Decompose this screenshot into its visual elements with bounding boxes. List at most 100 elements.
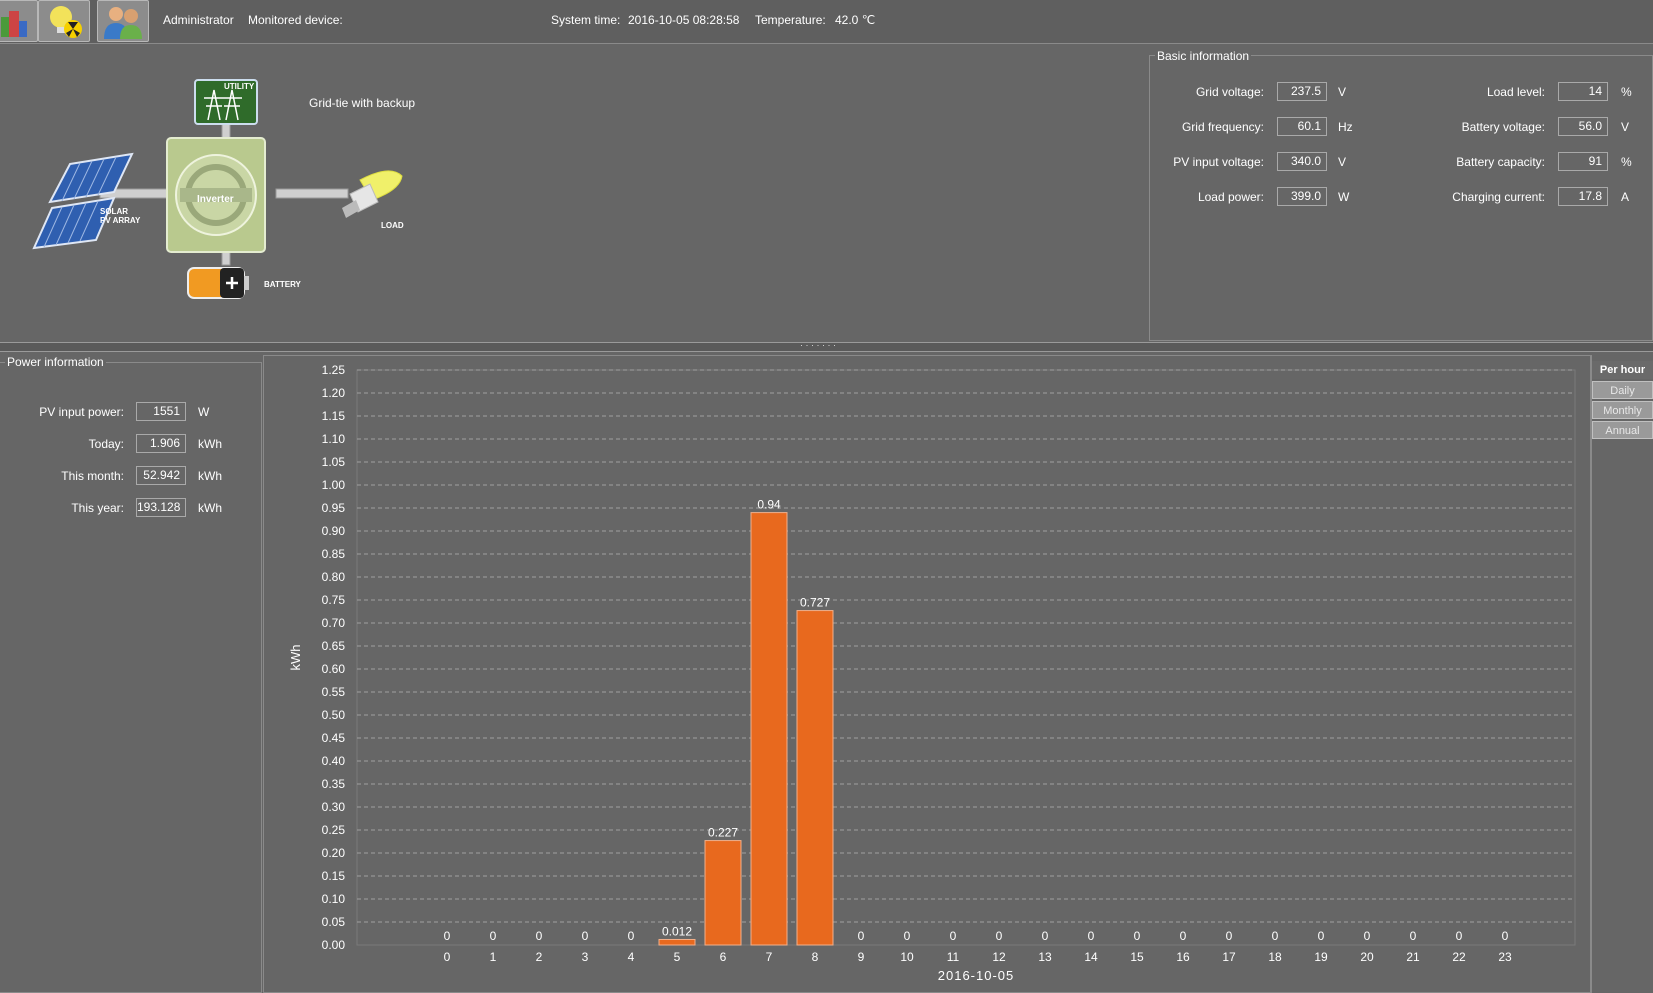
y-tick-label: 0.90 [322,524,346,538]
pv-input-voltage-unit: V [1338,155,1347,169]
tab-per-hour[interactable]: Per hour [1592,361,1653,379]
y-tick-label: 0.45 [322,731,346,745]
splitter-grip[interactable]: · · · · · · · [800,340,836,350]
grid-voltage-label: Grid voltage: [1195,85,1264,99]
bar-value-label: 0 [950,929,957,943]
tab-daily[interactable]: Daily [1592,381,1653,399]
tab-monthly[interactable]: Monthly [1592,401,1653,419]
bar-value-label: 0 [1272,929,1279,943]
x-tick-label: 14 [1084,950,1098,964]
bar-value-label: 0 [490,929,497,943]
x-tick-label: 0 [444,950,451,964]
load-level-value: 14 [1558,82,1608,101]
topology-graphic [32,79,403,299]
y-tick-label: 0.00 [322,938,346,952]
system-time-value: 2016-10-05 08:28:58 [628,13,740,27]
y-tick-label: 0.60 [322,662,346,676]
today-value: 1.906 [136,434,186,453]
bar-value-label: 0 [904,929,911,943]
solar-label-line2: PV ARRAY [100,216,141,225]
pv-input-voltage-value: 340.0 [1277,152,1327,171]
device-status-icon [1,11,27,37]
x-tick-label: 10 [900,950,914,964]
y-tick-label: 0.20 [322,846,346,860]
bar-value-label: 0 [628,929,635,943]
users-button[interactable] [97,0,149,42]
bar-value-label: 0 [1364,929,1371,943]
bar-value-label: 0 [1456,929,1463,943]
device-status-button[interactable] [0,0,38,42]
battery-capacity-value: 91 [1558,152,1608,171]
tab-annual[interactable]: Annual [1592,421,1653,439]
x-tick-label: 2 [536,950,543,964]
x-tick-label: 19 [1314,950,1328,964]
operating-mode: Grid-tie with backup [309,96,416,110]
x-tick-label: 21 [1406,950,1420,964]
load-power-label: Load power: [1197,190,1264,204]
y-tick-label: 1.25 [322,363,346,377]
bar-value-label: 0 [996,929,1003,943]
bar-value-label: 0.012 [662,924,692,938]
y-tick-label: 0.85 [322,547,346,561]
x-tick-label: 5 [674,950,681,964]
pv-input-power-unit: W [198,405,210,419]
bar-value-label: 0.94 [757,498,781,512]
x-tick-label: 8 [812,950,819,964]
bar-value-label: 0 [444,929,451,943]
y-tick-label: 0.55 [322,685,346,699]
y-tick-label: 1.15 [322,409,346,423]
top-toolbar: Administrator Monitored device: System t… [0,0,1653,44]
y-tick-label: 0.05 [322,915,346,929]
grid-voltage-value: 237.5 [1277,82,1327,101]
bar-value-label: 0 [1134,929,1141,943]
panel-splitter[interactable]: · · · · · · · [0,340,1653,352]
battery-label: BATTERY [264,280,301,289]
grid-frequency-value: 60.1 [1277,117,1327,136]
x-tick-label: 4 [628,950,635,964]
y-tick-label: 0.10 [322,892,346,906]
x-tick-label: 20 [1360,950,1374,964]
energy-button[interactable] [38,0,90,42]
x-tick-label: 11 [947,950,960,964]
today-unit: kWh [198,437,222,451]
y-tick-label: 0.70 [322,616,346,630]
battery-capacity-label: Battery capacity: [1456,155,1545,169]
y-tick-label: 1.05 [322,455,346,469]
pv-input-power-value: 1551 [136,402,186,421]
power-information-title: Power information [5,355,106,369]
inverter-label: Inverter [197,194,234,205]
x-tick-label: 22 [1452,950,1466,964]
basic-information-title: Basic information [1155,49,1252,63]
x-tick-label: 13 [1038,950,1052,964]
system-diagram: UTILITY Inverter SOLAR PV ARRAY LOAD BAT… [0,44,1148,342]
y-tick-label: 0.65 [322,639,346,653]
bar-value-label: 0 [858,929,865,943]
battery-voltage-label: Battery voltage: [1461,120,1545,134]
bar-value-label: 0 [582,929,589,943]
this-month-unit: kWh [198,469,222,483]
x-tick-label: 6 [720,950,727,964]
battery-voltage-value: 56.0 [1558,117,1608,136]
temperature-value: 42.0 ℃ [835,13,876,27]
x-tick-label: 3 [582,950,589,964]
battery-voltage-unit: V [1621,120,1630,134]
bar-hour-8 [796,610,834,946]
user-name: Administrator [163,13,234,27]
x-tick-label: 1 [490,950,497,964]
grid-frequency-unit: Hz [1338,120,1353,134]
solar-label-line1: SOLAR [100,207,128,216]
load-label: LOAD [381,221,404,230]
power-information-panel [0,362,262,993]
hourly-energy-chart: 0.00 0.05 0.10 0.15 0.20 0.25 0.30 0.35 0.40 0.45… [288,363,1576,983]
this-year-unit: kWh [198,501,222,515]
bulb-radiation-icon [50,6,82,38]
x-tick-label: 15 [1130,950,1144,964]
y-tick-label: 0.30 [322,800,346,814]
utility-label: UTILITY [224,82,255,91]
period-tab-strip [1591,355,1653,993]
x-tick-label: 9 [858,950,865,964]
y-tick-label: 0.95 [322,501,346,515]
y-tick-label: 0.15 [322,869,346,883]
bar-value-label: 0 [1180,929,1187,943]
y-tick-label: 1.00 [322,478,346,492]
